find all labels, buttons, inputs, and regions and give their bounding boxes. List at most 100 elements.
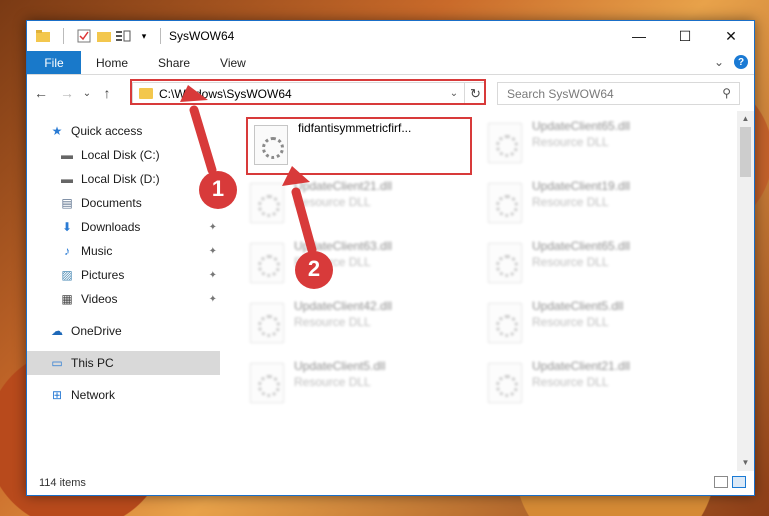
file-item[interactable]: UpdateClient65.dll Resource DLL bbox=[482, 237, 712, 295]
minimize-button[interactable]: — bbox=[616, 21, 662, 51]
scroll-thumb[interactable] bbox=[740, 127, 751, 177]
sidebar-item-label: Music bbox=[81, 244, 113, 258]
sidebar-item-downloads[interactable]: ⬇ Downloads ✦ bbox=[27, 215, 220, 239]
sidebar-item-pictures[interactable]: ▨ Pictures ✦ bbox=[27, 263, 220, 287]
ribbon-right: ⌄ ? bbox=[714, 55, 748, 69]
title-bar: ▾ SysWOW64 — ☐ ✕ bbox=[27, 21, 754, 51]
file-item[interactable]: UpdateClient19.dll Resource DLL bbox=[482, 177, 712, 235]
file-name: UpdateClient42.dll bbox=[294, 299, 393, 313]
file-item[interactable]: UpdateClient65.dll Resource DLL bbox=[482, 117, 712, 175]
search-icon[interactable]: ⚲ bbox=[722, 86, 731, 100]
sidebar-item-quick-access[interactable]: ★ Quick access bbox=[27, 119, 220, 143]
help-icon[interactable]: ? bbox=[734, 55, 748, 69]
recent-locations-button[interactable]: ⌄ bbox=[77, 88, 97, 99]
status-bar: 114 items bbox=[27, 471, 754, 495]
details-view-icon[interactable] bbox=[714, 476, 728, 488]
sidebar-item-label: Videos bbox=[81, 292, 118, 306]
dll-file-icon bbox=[488, 303, 522, 343]
dll-file-icon bbox=[250, 243, 284, 283]
file-item[interactable]: UpdateClient42.dll Resource DLL bbox=[244, 297, 474, 355]
back-button[interactable]: ← bbox=[31, 85, 51, 101]
maximize-button[interactable]: ☐ bbox=[662, 21, 708, 51]
file-item[interactable]: UpdateClient5.dll Resource DLL bbox=[244, 357, 474, 415]
properties-icon[interactable] bbox=[76, 28, 92, 44]
file-item[interactable]: UpdateClient63.dll Resource DLL bbox=[244, 237, 474, 295]
file-list: fidfantisymmetricfirf... UpdateClient65.… bbox=[220, 111, 754, 471]
sidebar-item-label: Network bbox=[71, 388, 116, 402]
navigation-pane: ★ Quick access ▬ Local Disk (C:) ▬ Local… bbox=[27, 111, 220, 471]
up-button[interactable]: ↑ bbox=[97, 85, 117, 101]
sidebar-item-label: Local Disk (D:) bbox=[81, 172, 160, 186]
sidebar-item-local-disk-c[interactable]: ▬ Local Disk (C:) bbox=[27, 143, 220, 167]
file-item[interactable]: UpdateClient5.dll Resource DLL bbox=[482, 297, 712, 355]
dropdown-arrow-icon[interactable]: ▾ bbox=[136, 28, 152, 44]
quick-access-toolbar: ▾ bbox=[27, 28, 152, 44]
sidebar-item-label: Pictures bbox=[81, 268, 125, 282]
file-name: UpdateClient5.dll bbox=[294, 359, 386, 373]
star-icon: ★ bbox=[51, 124, 63, 138]
file-item[interactable]: UpdateClient21.dll Resource DLL bbox=[482, 357, 712, 415]
cloud-icon: ☁ bbox=[51, 324, 63, 338]
expand-ribbon-icon[interactable]: ⌄ bbox=[714, 55, 724, 69]
item-count: 114 items bbox=[39, 477, 86, 489]
drive-icon: ▬ bbox=[61, 148, 73, 162]
dll-file-icon bbox=[488, 183, 522, 223]
downloads-icon: ⬇ bbox=[61, 220, 73, 234]
music-icon: ♪ bbox=[64, 244, 70, 258]
pin-icon[interactable]: ✦ bbox=[209, 222, 217, 233]
sidebar-item-documents[interactable]: ▤ Documents ✦ bbox=[27, 191, 220, 215]
dll-file-icon bbox=[250, 303, 284, 343]
pin-icon[interactable]: ✦ bbox=[209, 294, 217, 305]
vertical-scrollbar[interactable]: ▲ ▼ bbox=[737, 111, 754, 471]
scroll-up-arrow-icon[interactable]: ▲ bbox=[737, 111, 754, 127]
pin-icon[interactable]: ✦ bbox=[209, 198, 217, 209]
sidebar-item-local-disk-d[interactable]: ▬ Local Disk (D:) bbox=[27, 167, 220, 191]
file-name: UpdateClient21.dll bbox=[294, 179, 393, 193]
file-type: Resource DLL bbox=[294, 375, 371, 389]
tab-file[interactable]: File bbox=[27, 51, 81, 74]
scroll-down-arrow-icon[interactable]: ▼ bbox=[737, 455, 754, 471]
refresh-button[interactable]: ↻ bbox=[464, 82, 486, 105]
new-folder-icon[interactable] bbox=[96, 28, 112, 44]
dll-file-icon bbox=[488, 243, 522, 283]
separator bbox=[63, 28, 64, 44]
sidebar-item-music[interactable]: ♪ Music ✦ bbox=[27, 239, 220, 263]
pictures-icon: ▨ bbox=[61, 268, 73, 282]
file-item[interactable]: UpdateClient21.dll Resource DLL bbox=[244, 177, 474, 235]
file-name: UpdateClient19.dll bbox=[532, 179, 631, 193]
pin-icon[interactable]: ✦ bbox=[209, 246, 217, 257]
sidebar-item-this-pc[interactable]: ▭ This PC bbox=[27, 351, 220, 375]
sidebar-item-label: OneDrive bbox=[71, 324, 122, 338]
tab-view[interactable]: View bbox=[205, 51, 261, 74]
main-body: ★ Quick access ▬ Local Disk (C:) ▬ Local… bbox=[27, 111, 754, 471]
navigation-bar: ← → ⌄ ↑ C:\Windows\SysWOW64 ⌄ ↻ Search S… bbox=[27, 75, 754, 111]
folder-icon bbox=[139, 88, 153, 99]
forward-button[interactable]: → bbox=[57, 85, 77, 101]
documents-icon: ▤ bbox=[61, 196, 73, 210]
file-type: Resource DLL bbox=[294, 315, 371, 329]
drive-icon: ▬ bbox=[61, 172, 73, 186]
address-path[interactable]: C:\Windows\SysWOW64 bbox=[159, 87, 445, 101]
sidebar-item-label: Quick access bbox=[71, 124, 143, 138]
search-input[interactable]: Search SysWOW64 ⚲ bbox=[497, 82, 740, 105]
chevron-down-icon[interactable]: ⌄ bbox=[445, 88, 463, 99]
pin-icon[interactable]: ✦ bbox=[209, 270, 217, 281]
close-button[interactable]: ✕ bbox=[708, 21, 754, 51]
folder-icon[interactable] bbox=[35, 28, 51, 44]
sidebar-item-network[interactable]: ⊞ Network bbox=[27, 383, 220, 407]
customize-toolbar-icon[interactable] bbox=[116, 28, 132, 44]
file-item-selected[interactable]: fidfantisymmetricfirf... bbox=[246, 117, 472, 175]
tab-share[interactable]: Share bbox=[143, 51, 205, 74]
dll-file-icon bbox=[488, 363, 522, 403]
large-icons-view-icon[interactable] bbox=[732, 476, 746, 488]
sidebar-item-videos[interactable]: ▦ Videos ✦ bbox=[27, 287, 220, 311]
tab-home[interactable]: Home bbox=[81, 51, 143, 74]
file-name: UpdateClient65.dll bbox=[532, 239, 631, 253]
sidebar-item-label: Downloads bbox=[81, 220, 141, 234]
file-name: UpdateClient5.dll bbox=[532, 299, 624, 313]
explorer-window: ▾ SysWOW64 — ☐ ✕ File Home Share View ⌄ … bbox=[26, 20, 755, 496]
ribbon-tabs: File Home Share View ⌄ ? bbox=[27, 51, 754, 75]
file-type: Resource DLL bbox=[294, 255, 371, 269]
address-bar[interactable]: C:\Windows\SysWOW64 ⌄ bbox=[132, 82, 486, 105]
sidebar-item-onedrive[interactable]: ☁ OneDrive bbox=[27, 319, 220, 343]
